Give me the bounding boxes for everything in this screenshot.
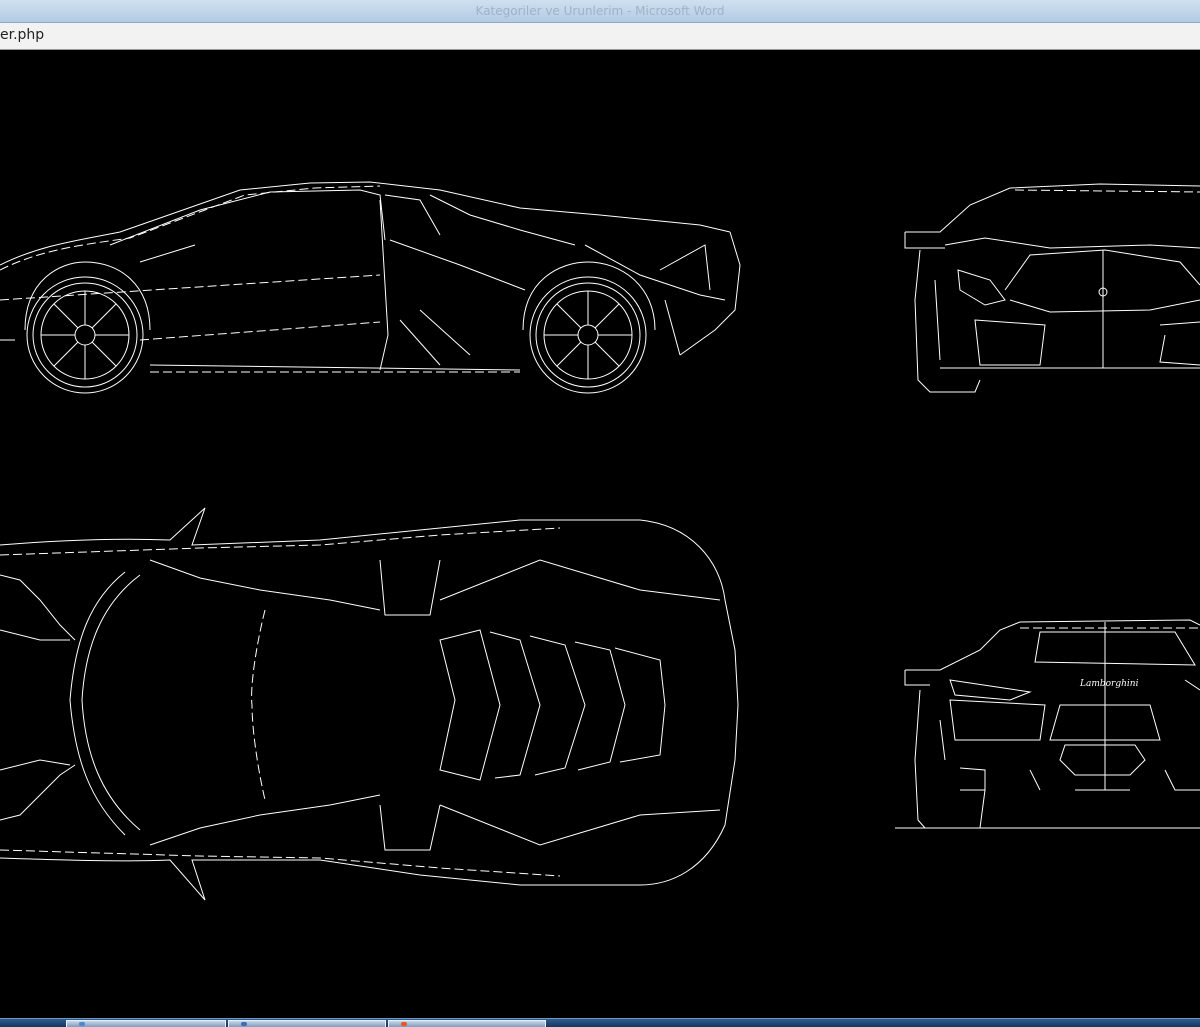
address-url-text[interactable]: er.php: [0, 27, 44, 43]
car-blueprint-drawing: Lamborghini: [0, 181, 1200, 901]
window-title: Kategoriler ve Urunlerim - Microsoft Wor…: [475, 4, 725, 18]
rear-badge-text: Lamborghini: [1079, 679, 1139, 689]
app-icon: [401, 1022, 407, 1026]
app-icon: [241, 1022, 247, 1026]
front-view: [904, 183, 1200, 393]
side-rear-wheel: [529, 276, 647, 394]
window-title-bar: Kategoriler ve Urunlerim - Microsoft Wor…: [0, 0, 1200, 23]
side-front-wheel: [26, 276, 144, 394]
address-bar[interactable]: er.php: [0, 23, 1200, 50]
blueprint-canvas: Lamborghini: [0, 50, 1200, 1018]
side-view: [0, 181, 741, 394]
rear-view: Lamborghini: [895, 619, 1200, 829]
top-view: [0, 507, 739, 901]
app-icon: [79, 1022, 85, 1026]
